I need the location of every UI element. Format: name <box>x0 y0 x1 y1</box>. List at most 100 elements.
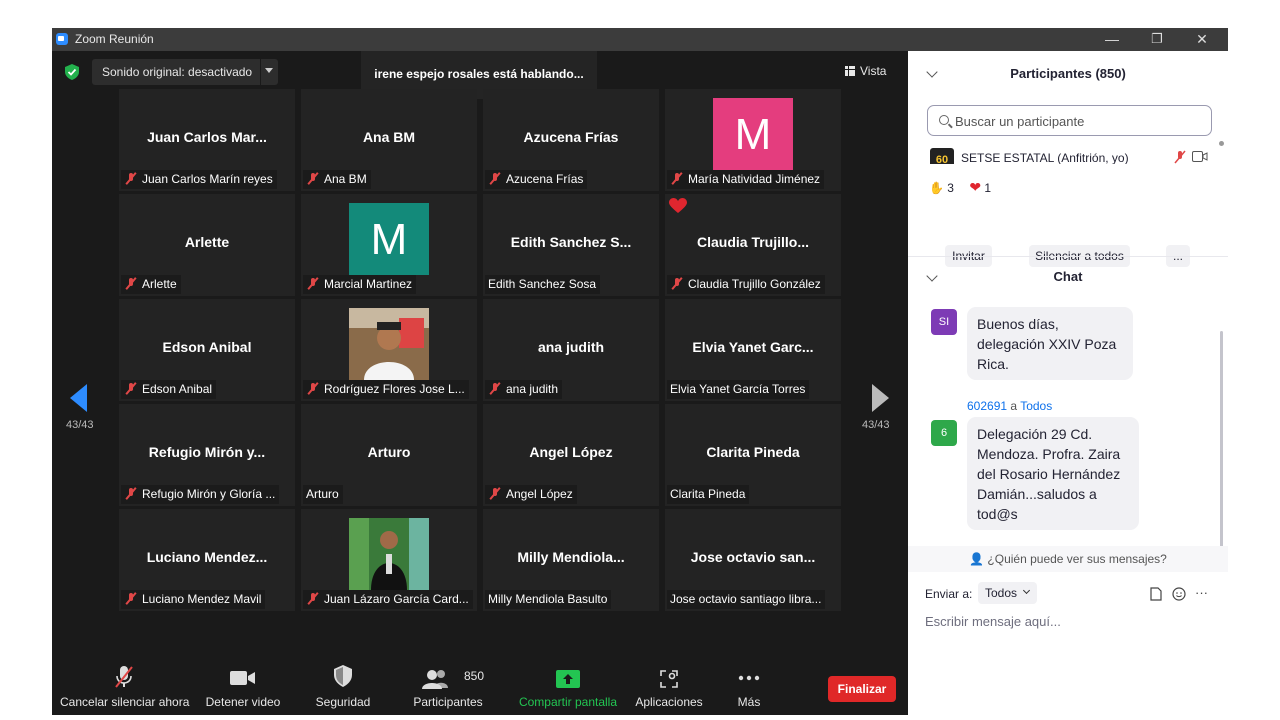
chat-recipient[interactable]: Todos <box>1020 399 1052 413</box>
shield-check-icon[interactable] <box>65 64 79 80</box>
host-video-icon[interactable] <box>1192 151 1208 162</box>
video-tile[interactable]: Juan Lázaro García Card... <box>301 509 477 611</box>
mic-muted-icon <box>306 277 321 290</box>
security-button[interactable]: Seguridad <box>304 651 382 715</box>
emoji-icon[interactable] <box>1172 587 1186 601</box>
participant-display-name: Edith Sanchez S... <box>510 234 632 250</box>
participant-name-label: Edith Sanchez Sosa <box>485 275 601 294</box>
participant-display-name: Edson Anibal <box>162 339 252 355</box>
title-bar: Zoom Reunión — ❐ ✕ <box>52 28 1228 51</box>
apps-button[interactable]: Aplicaciones <box>630 651 708 715</box>
reactions-summary: ✋ 3 ❤ 1 <box>929 179 991 196</box>
video-tile[interactable]: Edith Sanchez S... Edith Sanchez Sosa <box>483 194 659 296</box>
participant-name-text: Rodríguez Flores Jose L... <box>324 382 465 396</box>
participant-display-name: Angel López <box>529 444 613 460</box>
participant-search-placeholder: Buscar un participante <box>955 114 1085 129</box>
host-mic-muted-icon[interactable] <box>1173 150 1187 164</box>
video-tile[interactable]: Arturo Arturo <box>301 404 477 506</box>
file-icon[interactable] <box>1150 587 1162 601</box>
video-tile[interactable]: Jose octavio san... Jose octavio santiago… <box>665 509 841 611</box>
participants-button[interactable]: 850 Participantes <box>404 651 492 715</box>
participant-name-text: Arlette <box>142 277 177 291</box>
video-tile[interactable]: Azucena Frías Azucena Frías <box>483 89 659 191</box>
participants-count: 850 <box>464 669 485 683</box>
participant-name-text: Juan Lázaro García Card... <box>324 592 469 606</box>
send-to-value: Todos <box>985 586 1018 600</box>
minimize-button[interactable]: — <box>1089 28 1135 51</box>
caret-down-icon[interactable] <box>265 68 273 73</box>
stop-video-label: Detener video <box>205 695 281 709</box>
maximize-button[interactable]: ❐ <box>1134 28 1180 51</box>
list-scrollbar[interactable] <box>1219 141 1224 146</box>
mic-muted-icon <box>306 172 321 185</box>
zoom-window: Zoom Reunión — ❐ ✕ Sonido original: desa… <box>52 28 1228 715</box>
view-button[interactable]: Vista <box>845 64 886 78</box>
page-indicator-left: 43/43 <box>66 419 94 431</box>
participant-display-name: Juan Carlos Mar... <box>147 129 267 145</box>
video-tile[interactable]: M Marcial Martinez <box>301 194 477 296</box>
unmute-button[interactable]: Cancelar silenciar ahora <box>60 651 189 715</box>
stop-video-button[interactable]: Detener video <box>200 651 286 715</box>
video-tile[interactable]: Angel López Angel López <box>483 404 659 506</box>
participant-name-text: Clarita Pineda <box>670 487 746 501</box>
participant-row-host[interactable]: 60 SETSE ESTATAL (Anfitrión, yo) <box>930 148 1210 164</box>
participant-display-name: Milly Mendiola... <box>517 549 625 565</box>
next-page-arrow-icon[interactable] <box>872 384 889 412</box>
mic-muted-icon <box>670 172 685 185</box>
more-button[interactable]: Más <box>726 651 772 715</box>
video-tile[interactable]: Claudia Trujillo... Claudia Trujillo Gonz… <box>665 194 841 296</box>
chat-scrollbar[interactable] <box>1220 331 1223 561</box>
participants-icon <box>422 670 448 689</box>
video-tile[interactable]: Ana BM Ana BM <box>301 89 477 191</box>
chat-more-button[interactable]: ··· <box>1195 585 1208 600</box>
prev-page-arrow-icon[interactable] <box>70 384 87 412</box>
participant-name-label: Juan Lázaro García Card... <box>303 590 473 609</box>
end-meeting-button[interactable]: Finalizar <box>828 676 896 702</box>
video-tile[interactable]: Milly Mendiola... Milly Mendiola Basulto <box>483 509 659 611</box>
participant-name-label: Milly Mendiola Basulto <box>485 590 612 609</box>
mic-muted-icon <box>306 382 321 395</box>
page-indicator-right: 43/43 <box>862 419 890 431</box>
mic-muted-icon <box>488 382 503 395</box>
raise-hand-count: 3 <box>947 181 954 195</box>
video-tile[interactable]: ana judith ana judith <box>483 299 659 401</box>
mic-muted-icon <box>124 592 139 605</box>
video-tile[interactable]: Clarita Pineda Clarita Pineda <box>665 404 841 506</box>
people-icon: 👤 <box>969 552 985 566</box>
send-to-label: Enviar a: <box>925 587 973 601</box>
mic-muted-icon <box>124 487 139 500</box>
video-tile[interactable]: Arlette Arlette <box>119 194 295 296</box>
participant-name-text: Juan Carlos Marín reyes <box>142 172 273 186</box>
video-tile[interactable]: Refugio Mirón y... Refugio Mirón y Gloría… <box>119 404 295 506</box>
participant-name-label: Juan Carlos Marín reyes <box>121 170 277 189</box>
chat-input[interactable]: Escribir mensaje aquí... <box>925 614 1061 629</box>
video-tile[interactable]: Rodríguez Flores Jose L... <box>301 299 477 401</box>
participant-name-label: Arlette <box>121 275 181 294</box>
close-button[interactable]: ✕ <box>1179 28 1225 51</box>
chat-message-meta: 602691 a Todos <box>967 399 1052 413</box>
participant-name-text: ana judith <box>506 382 559 396</box>
original-sound-button[interactable]: Sonido original: desactivado <box>92 59 278 85</box>
participant-photo <box>349 308 429 380</box>
video-tile[interactable]: Edson Anibal Edson Anibal <box>119 299 295 401</box>
participant-name-text: Edson Anibal <box>142 382 213 396</box>
participant-name-text: Claudia Trujillo González <box>688 277 821 291</box>
raise-hand-icon: ✋ <box>929 181 944 195</box>
view-label: Vista <box>860 64 887 78</box>
participant-name-label: Azucena Frías <box>485 170 588 189</box>
share-screen-icon <box>556 670 580 688</box>
participant-avatar: M <box>713 98 793 170</box>
share-screen-button[interactable]: Compartir pantalla <box>516 651 620 715</box>
mic-muted-icon <box>124 382 139 395</box>
video-tile[interactable]: Luciano Mendez... Luciano Mendez Mavil <box>119 509 295 611</box>
participant-search-input[interactable]: Buscar un participante <box>927 105 1212 136</box>
grid-icon <box>845 66 855 76</box>
video-tile[interactable]: M María Natividad Jiménez <box>665 89 841 191</box>
who-can-see-link[interactable]: 👤 ¿Quién puede ver sus mensajes? <box>908 546 1228 572</box>
chat-sender-name[interactable]: 602691 <box>967 399 1007 413</box>
video-tile[interactable]: Juan Carlos Mar... Juan Carlos Marín reye… <box>119 89 295 191</box>
send-to-dropdown[interactable]: Todos <box>978 582 1037 604</box>
apps-label: Aplicaciones <box>635 695 703 709</box>
video-tile[interactable]: Elvia Yanet Garc... Elvia Yanet García To… <box>665 299 841 401</box>
participants-title: Participantes (850) <box>1010 66 1126 81</box>
